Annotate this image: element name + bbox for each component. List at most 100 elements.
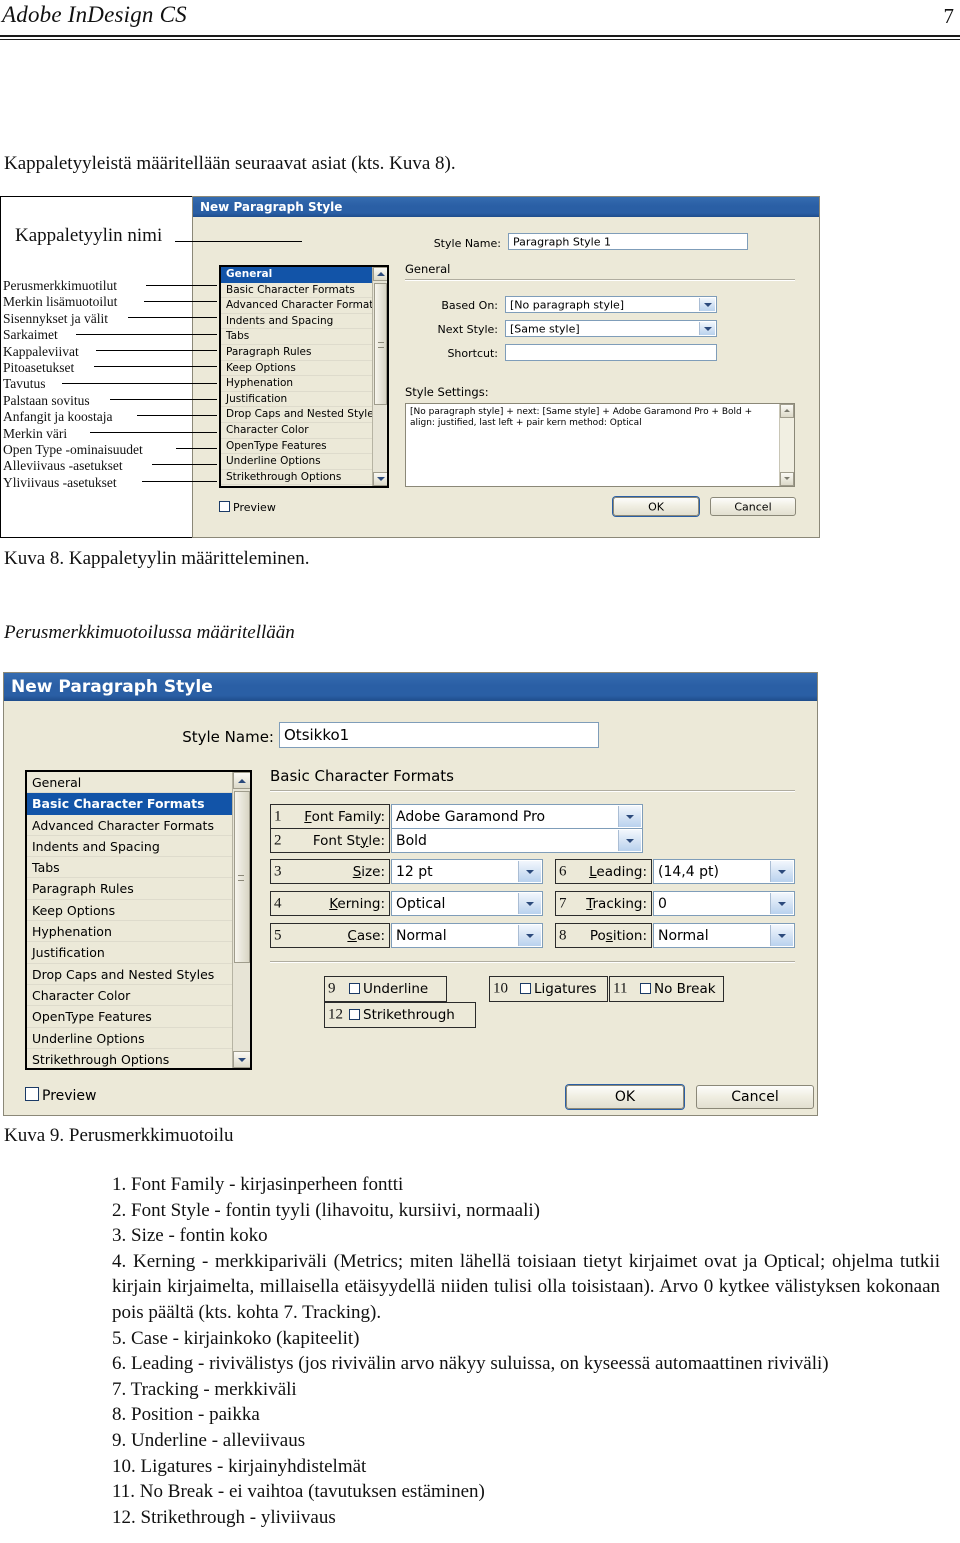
font-style-dropdown[interactable]: Bold	[391, 828, 643, 853]
callout-label: Yliviivaus -asetukset	[3, 474, 120, 490]
ligatures-checkbox-row[interactable]: Ligatures	[520, 981, 597, 997]
category-item-indents-and-spacing[interactable]: Indents and Spacing	[27, 836, 235, 858]
category-item-justification[interactable]: Justification	[221, 392, 372, 408]
tracking-dropdown[interactable]: 0	[653, 891, 795, 916]
preview-checkbox[interactable]	[25, 1087, 39, 1101]
category-item-advanced-character-formats[interactable]: Advanced Character Formats	[221, 298, 379, 314]
chevron-down-icon[interactable]	[699, 298, 715, 311]
chevron-down-icon[interactable]	[518, 861, 541, 882]
no-break-checkbox-row[interactable]: No Break	[640, 981, 716, 997]
category-item-tabs[interactable]: Tabs	[27, 857, 235, 879]
category-item-general[interactable]: General	[27, 772, 235, 794]
next-style-label: Next Style:	[408, 323, 498, 336]
style-settings-textarea[interactable]: [No paragraph style] + next: [Same style…	[405, 403, 795, 487]
kerning-label: Kerning:	[329, 895, 385, 912]
ok-button[interactable]: OK	[613, 497, 699, 516]
size-dropdown[interactable]: 12 pt	[391, 859, 543, 884]
chevron-down-icon[interactable]	[770, 861, 793, 882]
shortcut-input[interactable]	[505, 344, 717, 361]
scroll-up-icon[interactable]	[373, 267, 387, 281]
chevron-down-icon[interactable]	[618, 806, 641, 827]
category-item-opentype-features[interactable]: OpenType Features	[221, 439, 372, 455]
chevron-down-icon[interactable]	[770, 893, 793, 914]
scroll-down-icon[interactable]	[780, 472, 794, 486]
font-family-dropdown[interactable]: Adobe Garamond Pro	[391, 804, 643, 829]
leading-dropdown[interactable]: (14,4 pt)	[653, 859, 795, 884]
kerning-dropdown[interactable]: Optical	[391, 891, 543, 916]
category-item-basic-character-formats[interactable]: Basic Character Formats	[27, 793, 235, 815]
cancel-button[interactable]: Cancel	[696, 1085, 814, 1109]
chevron-down-icon[interactable]	[770, 925, 793, 946]
callout-item: Merkin väri	[3, 425, 193, 442]
scroll-down-icon[interactable]	[233, 1051, 250, 1068]
next-style-dropdown[interactable]: [Same style]	[505, 320, 717, 337]
preview-label: Preview	[233, 501, 276, 514]
preview-checkbox[interactable]	[219, 501, 230, 512]
page-header-title: Adobe InDesign CS	[2, 2, 187, 27]
ok-button[interactable]: OK	[566, 1085, 684, 1109]
category-item-strikethrough-options[interactable]: Strikethrough Options	[27, 1049, 235, 1068]
category-list-scrollbar[interactable]	[372, 267, 387, 486]
category-item-keep-options[interactable]: Keep Options	[221, 361, 372, 377]
cancel-button[interactable]: Cancel	[710, 497, 796, 516]
callout-label: Alleviivaus -asetukset	[3, 458, 126, 474]
font-style-label: Font Style:	[312, 832, 385, 849]
leading-label: Leading:	[589, 863, 647, 880]
callout-label: Tavutus	[3, 376, 49, 392]
category-item-drop-caps-and-nested-styles[interactable]: Drop Caps and Nested Styles	[27, 964, 235, 985]
category-item-justification[interactable]: Justification	[27, 942, 235, 964]
preview-checkbox-row[interactable]: Preview	[219, 501, 276, 514]
category-list-scrollbar[interactable]	[232, 772, 250, 1068]
ligatures-checkbox[interactable]	[520, 983, 531, 994]
new-paragraph-style-dialog-1[interactable]: New Paragraph Style Style Name: Paragrap…	[192, 196, 820, 538]
scrollbar-thumb[interactable]	[234, 791, 250, 963]
position-dropdown[interactable]: Normal	[653, 923, 795, 948]
category-item-paragraph-rules[interactable]: Paragraph Rules	[221, 345, 372, 361]
category-item-underline-options[interactable]: Underline Options	[27, 1028, 235, 1049]
category-item-hyphenation[interactable]: Hyphenation	[221, 376, 372, 392]
style-name-input[interactable]: Otsikko1	[279, 722, 599, 748]
callout-label: Palstaan sovitus	[3, 392, 93, 408]
annotation-number: 3	[274, 863, 282, 879]
category-item-paragraph-rules[interactable]: Paragraph Rules	[27, 878, 235, 900]
category-listbox[interactable]: General Basic Character Formats Advanced…	[219, 265, 389, 488]
no-break-checkbox[interactable]	[640, 983, 651, 994]
chevron-down-icon[interactable]	[618, 830, 641, 851]
scroll-up-icon[interactable]	[780, 404, 794, 418]
category-item-character-color[interactable]: Character Color	[221, 423, 372, 439]
new-paragraph-style-dialog-2[interactable]: New Paragraph Style Style Name: Otsikko1…	[3, 672, 818, 1116]
category-item-hyphenation[interactable]: Hyphenation	[27, 921, 235, 943]
category-item-keep-options[interactable]: Keep Options	[27, 900, 235, 922]
legend-item: 9. Underline - alleviivaus	[112, 1429, 306, 1451]
style-name-value: Otsikko1	[284, 726, 350, 744]
category-item-strikethrough-options[interactable]: Strikethrough Options	[221, 470, 372, 486]
case-dropdown[interactable]: Normal	[391, 923, 543, 948]
category-item-advanced-character-formats[interactable]: Advanced Character Formats	[27, 815, 235, 836]
underline-checkbox-row[interactable]: Underline	[349, 981, 428, 997]
chevron-down-icon[interactable]	[699, 322, 715, 335]
category-item-underline-options[interactable]: Underline Options	[221, 454, 372, 470]
category-item-general[interactable]: General	[221, 267, 372, 283]
scroll-up-icon[interactable]	[233, 772, 250, 789]
category-list[interactable]: General Basic Character Formats Advanced…	[221, 267, 379, 486]
category-item-tabs[interactable]: Tabs	[221, 329, 372, 345]
underline-checkbox[interactable]	[349, 983, 360, 994]
category-item-indents-and-spacing[interactable]: Indents and Spacing	[221, 314, 372, 330]
scrollbar-thumb[interactable]	[374, 283, 387, 405]
category-item-drop-caps-and-nested-styles[interactable]: Drop Caps and Nested Styles	[221, 407, 379, 423]
font-family-value: Adobe Garamond Pro	[396, 808, 546, 825]
based-on-dropdown[interactable]: [No paragraph style]	[505, 296, 717, 313]
strikethrough-checkbox-row[interactable]: Strikethrough	[349, 1007, 455, 1023]
preview-checkbox-row[interactable]: Preview	[25, 1087, 97, 1104]
strikethrough-checkbox[interactable]	[349, 1009, 360, 1020]
category-list[interactable]: General Basic Character Formats Advanced…	[27, 772, 235, 1068]
chevron-down-icon[interactable]	[518, 925, 541, 946]
chevron-down-icon[interactable]	[518, 893, 541, 914]
category-item-character-color[interactable]: Character Color	[27, 985, 235, 1007]
category-item-basic-character-formats[interactable]: Basic Character Formats	[221, 283, 372, 299]
style-name-input[interactable]: Paragraph Style 1	[508, 233, 748, 250]
scroll-down-icon[interactable]	[373, 472, 387, 486]
category-item-opentype-features[interactable]: OpenType Features	[27, 1006, 235, 1028]
style-settings-scrollbar[interactable]	[779, 404, 794, 486]
category-listbox[interactable]: General Basic Character Formats Advanced…	[25, 770, 252, 1070]
